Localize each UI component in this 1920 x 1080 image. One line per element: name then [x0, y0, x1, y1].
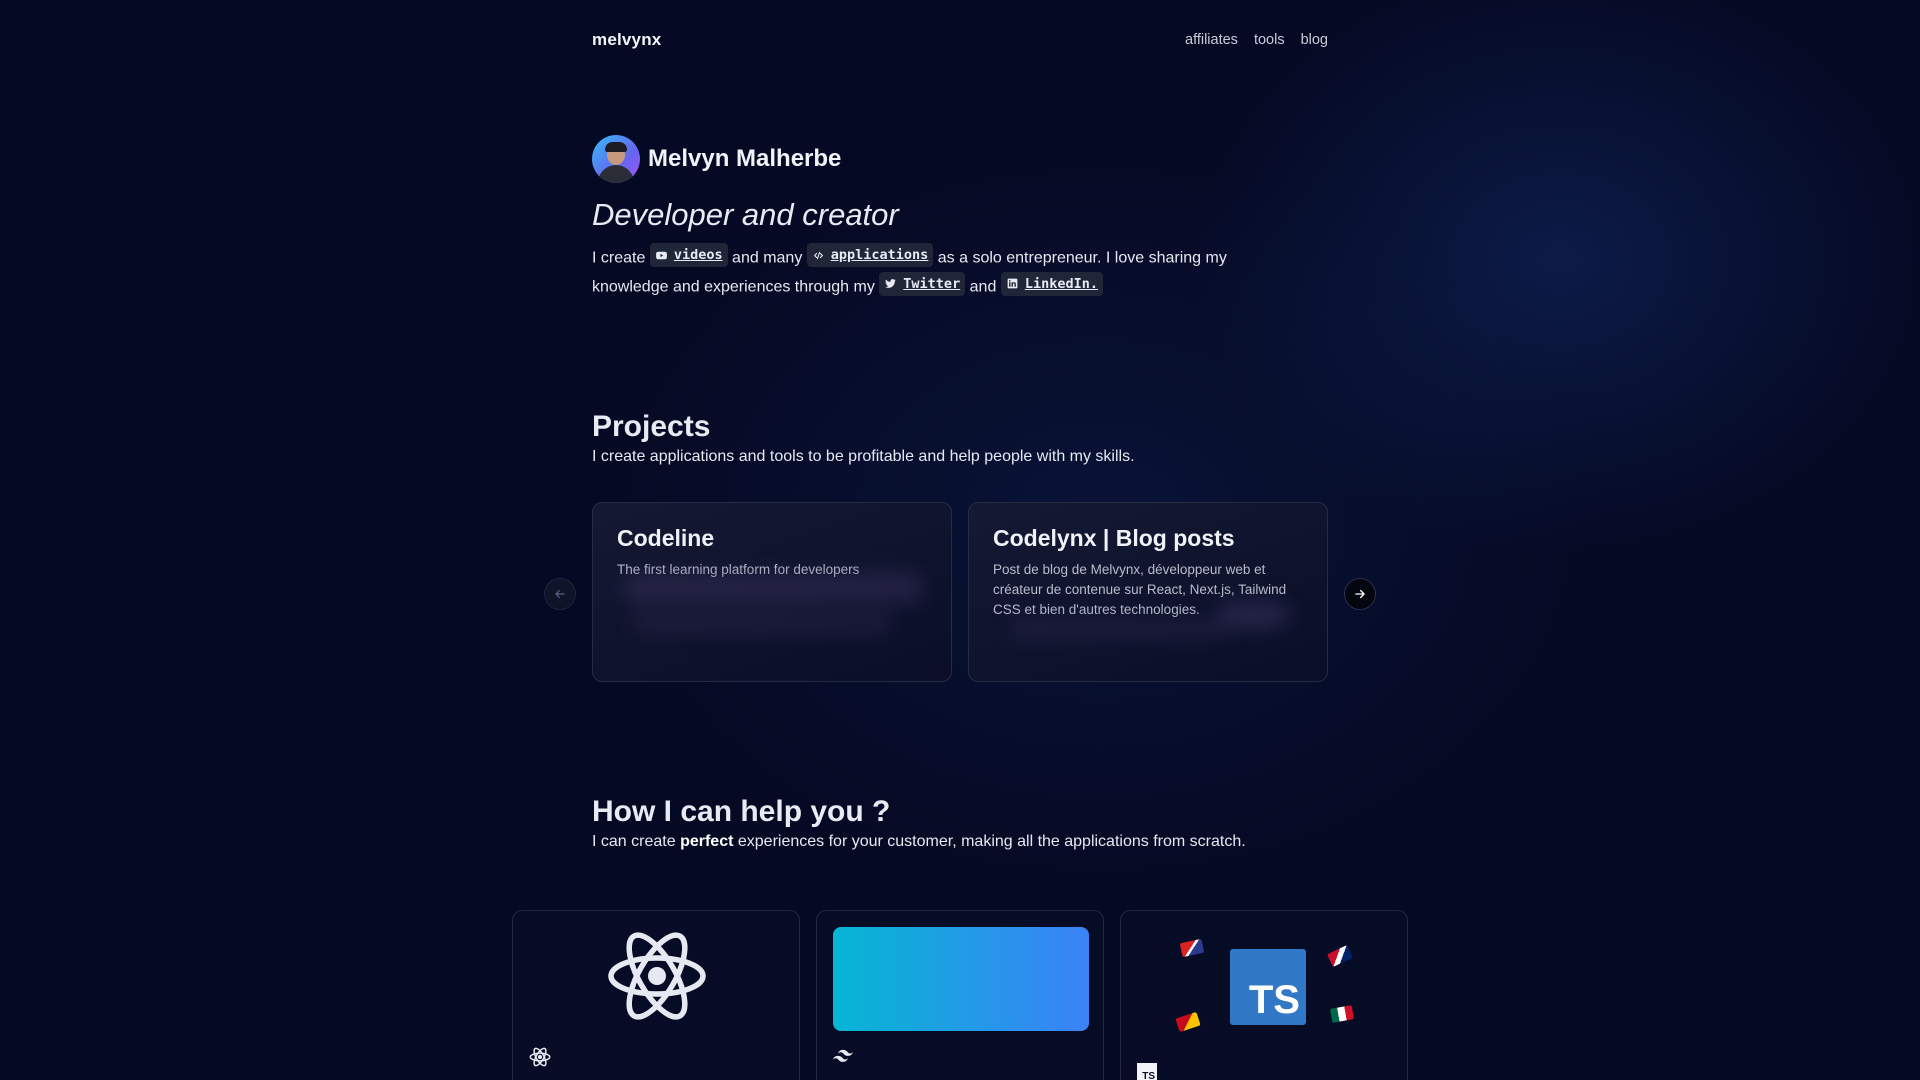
flag-decoration [1327, 945, 1353, 967]
projects-subtitle: I create applications and tools to be pr… [592, 448, 1135, 465]
project-card-codelynx-blog[interactable]: Codelynx | Blog posts Post de blog de Me… [968, 502, 1328, 682]
project-card-title: Codeline [617, 525, 715, 551]
hero-section: Melvyn Malherbe Developer and creator I … [592, 135, 1328, 300]
intro-text: I create videos and many applications as… [592, 243, 1292, 300]
twitter-icon [885, 279, 897, 288]
projects-carousel: Codeline The first learning platform for… [544, 502, 1376, 682]
youtube-icon [655, 251, 667, 259]
tailwind-gradient-preview [833, 927, 1089, 1031]
flag-decoration [1329, 1005, 1355, 1023]
help-title: How I can help you ? [592, 795, 891, 828]
linkedin-link[interactable]: LinkedIn. [1000, 271, 1103, 296]
tailwind-icon [833, 1049, 853, 1062]
applications-link-label: applications [830, 247, 929, 263]
carousel-next-button[interactable] [1344, 578, 1376, 610]
arrow-left-icon [555, 589, 565, 599]
help-subtitle-emphasis: perfect [680, 833, 734, 850]
profile: Melvyn Malherbe [592, 135, 1328, 183]
nav-links: affiliates tools blog [1185, 32, 1328, 48]
help-subtitle-part: experiences for your customer, making al… [737, 833, 1246, 850]
intro-text-part: and [969, 278, 997, 295]
react-icon [608, 932, 706, 1020]
nav-link-tools[interactable]: tools [1254, 32, 1285, 48]
tagline: Developer and creator [592, 197, 899, 232]
typescript-small-icon: TS [1137, 1063, 1157, 1080]
applications-link[interactable]: applications [806, 243, 934, 267]
top-nav: melvynx affiliates tools blog [592, 28, 1328, 52]
linkedin-link-label: LinkedIn. [1024, 275, 1098, 292]
typescript-icon: TS [1230, 949, 1306, 1025]
skill-tile-typescript[interactable]: TS TS [1120, 910, 1408, 1080]
skill-tile-react[interactable] [512, 910, 800, 1080]
linkedin-icon [1007, 278, 1018, 289]
intro-text-part: I create [592, 249, 646, 267]
flag-decoration [1175, 1011, 1201, 1033]
intro-text-part: and many [732, 249, 803, 267]
site-logo[interactable]: melvynx [592, 30, 661, 50]
code-icon [813, 251, 823, 259]
twitter-link-label: Twitter [903, 275, 961, 292]
videos-link-label: videos [673, 247, 723, 263]
react-small-icon [529, 1047, 551, 1067]
project-card-title: Codelynx | Blog posts [993, 525, 1235, 551]
projects-section: Projects I create applications and tools… [592, 410, 1328, 466]
twitter-link[interactable]: Twitter [879, 271, 966, 296]
arrow-right-icon [1355, 589, 1365, 599]
videos-link[interactable]: videos [649, 243, 728, 267]
avatar [592, 135, 640, 183]
skill-tile-tailwind[interactable] [816, 910, 1104, 1080]
nav-link-blog[interactable]: blog [1301, 32, 1328, 48]
projects-title: Projects [592, 410, 711, 443]
nav-link-affiliates[interactable]: affiliates [1185, 32, 1238, 48]
carousel-prev-button[interactable] [544, 578, 576, 610]
project-card-codeline[interactable]: Codeline The first learning platform for… [592, 502, 952, 682]
flag-decoration [1179, 938, 1205, 958]
help-section: How I can help you ? I can create perfec… [592, 795, 1328, 851]
help-subtitle-part: I can create [592, 833, 676, 850]
profile-name: Melvyn Malherbe [648, 145, 842, 172]
help-subtitle: I can create perfect experiences for you… [592, 833, 1328, 851]
